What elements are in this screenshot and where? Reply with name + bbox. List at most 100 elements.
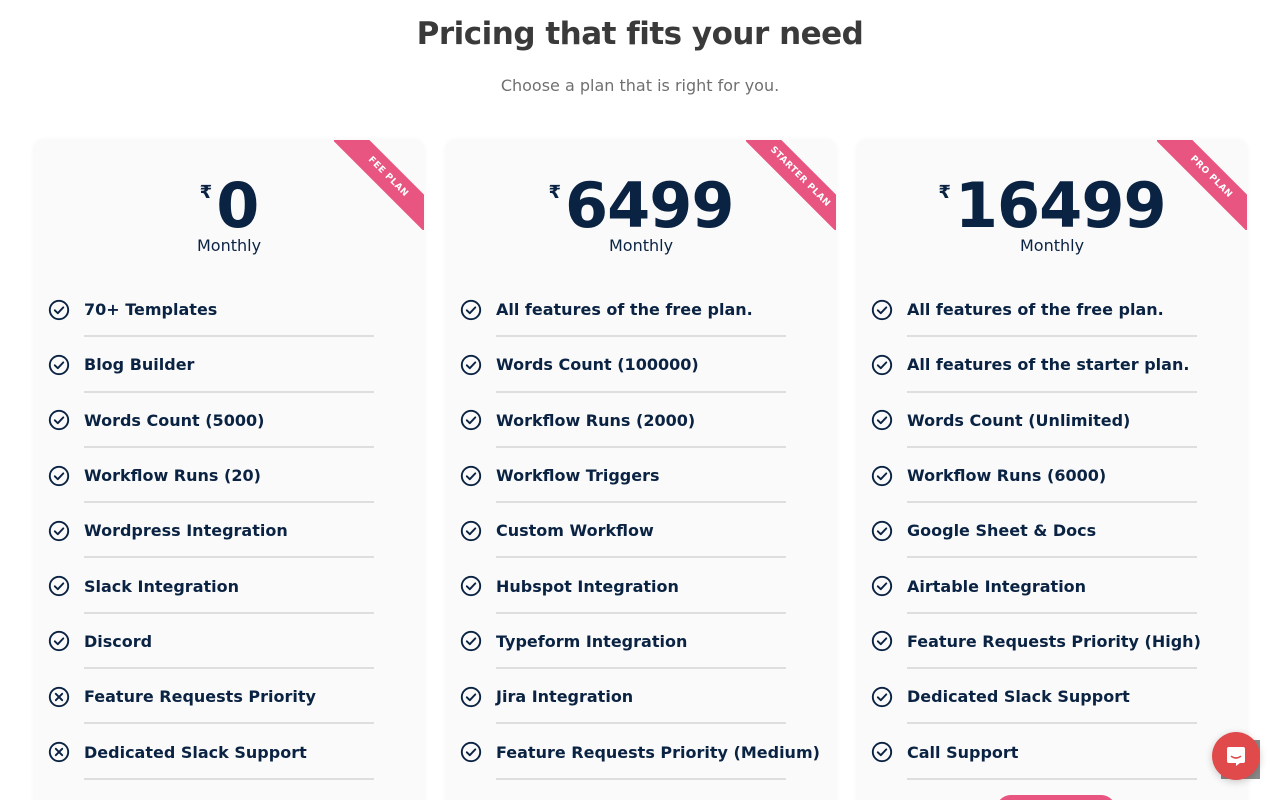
- price-amount: 6499: [564, 169, 735, 242]
- feature-item: Google Sheet & Docs: [871, 503, 1197, 559]
- check-circle-icon: [48, 299, 70, 321]
- check-circle-icon: [460, 575, 482, 597]
- feature-label: All features of the free plan.: [907, 300, 1164, 320]
- feature-label: Google Sheet & Docs: [907, 521, 1097, 541]
- feature-item: Workflow Runs (6000): [871, 448, 1197, 504]
- check-circle-icon: [871, 575, 893, 597]
- feature-label: Feature Requests Priority (High): [907, 631, 1201, 651]
- feature-label: Feature Requests Priority (Medium): [496, 742, 820, 762]
- feature-item: All features of the free plan.: [871, 282, 1197, 338]
- feature-label: Custom Workflow: [496, 521, 654, 541]
- check-circle-icon: [460, 630, 482, 652]
- feature-item: Feature Requests Priority (High): [871, 614, 1201, 670]
- feature-label: Words Count (Unlimited): [907, 410, 1131, 430]
- feature-item: Words Count (5000): [48, 393, 374, 449]
- check-circle-icon: [871, 630, 893, 652]
- currency-symbol: ₹: [938, 182, 951, 203]
- chat-launcher-button[interactable]: [1212, 732, 1260, 780]
- feature-label: Hubspot Integration: [496, 576, 679, 596]
- feature-item: Words Count (Unlimited): [871, 393, 1197, 449]
- billing-period: Monthly: [196, 236, 262, 255]
- price-amount: 0: [216, 169, 259, 242]
- check-circle-icon: [48, 354, 70, 376]
- feature-label: All features of the free plan.: [496, 300, 753, 320]
- feature-item: Words Count (100000): [460, 337, 786, 393]
- check-circle-icon: [871, 741, 893, 763]
- feature-item: Hubspot Integration: [460, 558, 786, 615]
- feature-label: All features of the starter plan.: [907, 355, 1190, 375]
- check-circle-icon: [460, 741, 482, 763]
- pricing-card-free: FEE PLAN ₹ 0 Monthly 70+ Templates Blog B…: [34, 140, 424, 800]
- feature-label: Dedicated Slack Support: [907, 687, 1130, 707]
- feature-label: Workflow Runs (6000): [907, 466, 1107, 486]
- price-block: ₹ 6499 Monthly: [446, 169, 836, 256]
- feature-item: Workflow Triggers: [460, 448, 786, 504]
- check-circle-icon: [48, 465, 70, 487]
- feature-label: Jira Integration: [496, 687, 634, 707]
- select-plan-button[interactable]: [996, 795, 1116, 800]
- feature-label: Call Support: [907, 742, 1019, 762]
- feature-item: Jira Integration: [460, 669, 786, 725]
- price-amount: 16499: [954, 169, 1167, 242]
- pricing-card-pro: PRO PLAN ₹ 16499 Monthly All features of…: [857, 140, 1247, 800]
- page-title: Pricing that fits your need: [416, 16, 864, 52]
- feature-label: Words Count (5000): [84, 410, 265, 430]
- feature-label: Words Count (100000): [496, 355, 699, 375]
- price-block: ₹ 0 Monthly: [34, 169, 424, 256]
- billing-period: Monthly: [1019, 236, 1085, 255]
- feature-label: Workflow Runs (20): [84, 466, 261, 486]
- billing-period: Monthly: [608, 236, 674, 255]
- check-circle-icon: [871, 465, 893, 487]
- check-circle-icon: [460, 354, 482, 376]
- feature-label: Slack Integration: [84, 576, 239, 596]
- feature-list: 70+ Templates Blog Builder Words Count (50…: [48, 282, 374, 780]
- check-circle-icon: [460, 465, 482, 487]
- check-circle-icon: [871, 409, 893, 431]
- feature-item: Feature Requests Priority: [48, 669, 374, 725]
- feature-label: Discord: [84, 631, 153, 651]
- feature-label: Feature Requests Priority: [84, 687, 316, 707]
- feature-label: Wordpress Integration: [84, 521, 288, 541]
- check-circle-icon: [460, 299, 482, 321]
- feature-label: Airtable Integration: [907, 576, 1087, 596]
- check-circle-icon: [460, 686, 482, 708]
- check-circle-icon: [460, 520, 482, 542]
- feature-label: Workflow Triggers: [496, 466, 660, 486]
- feature-item: Feature Requests Priority (Medium): [460, 724, 820, 780]
- feature-label: Dedicated Slack Support: [84, 742, 307, 762]
- check-circle-icon: [871, 520, 893, 542]
- feature-label: 70+ Templates: [84, 300, 218, 320]
- x-circle-icon: [48, 741, 70, 763]
- feature-label: Typeform Integration: [496, 631, 688, 651]
- feature-item: Dedicated Slack Support: [871, 669, 1197, 725]
- check-circle-icon: [48, 630, 70, 652]
- feature-item: Workflow Runs (20): [48, 448, 374, 504]
- currency-symbol: ₹: [199, 182, 213, 203]
- check-circle-icon: [871, 299, 893, 321]
- feature-item: All features of the starter plan.: [871, 337, 1197, 393]
- x-circle-icon: [48, 686, 70, 708]
- feature-item: Custom Workflow: [460, 503, 786, 559]
- feature-item: 70+ Templates: [48, 282, 374, 338]
- feature-item: Airtable Integration: [871, 558, 1197, 615]
- feature-item: Discord: [48, 614, 374, 670]
- feature-item: Wordpress Integration: [48, 503, 374, 559]
- pricing-card-starter: STARTER PLAN ₹ 6499 Monthly All features…: [446, 140, 836, 800]
- check-circle-icon: [48, 575, 70, 597]
- check-circle-icon: [871, 686, 893, 708]
- check-circle-icon: [460, 409, 482, 431]
- chat-bubble-icon: [1227, 747, 1245, 766]
- feature-item: Workflow Runs (2000): [460, 393, 786, 449]
- feature-item: Slack Integration: [48, 558, 374, 615]
- check-circle-icon: [48, 520, 70, 542]
- currency-symbol: ₹: [548, 182, 561, 203]
- feature-list: All features of the free plan. All featur…: [871, 282, 1201, 780]
- feature-item: Blog Builder: [48, 337, 374, 393]
- price-block: ₹ 16499 Monthly: [857, 169, 1247, 256]
- feature-label: Workflow Runs (2000): [496, 410, 696, 430]
- feature-label: Blog Builder: [84, 355, 195, 375]
- feature-item: All features of the free plan.: [460, 282, 786, 338]
- feature-item: Typeform Integration: [460, 614, 786, 670]
- feature-list: All features of the free plan. Words Coun…: [460, 282, 820, 780]
- page-subtitle: Choose a plan that is right for you.: [500, 76, 780, 95]
